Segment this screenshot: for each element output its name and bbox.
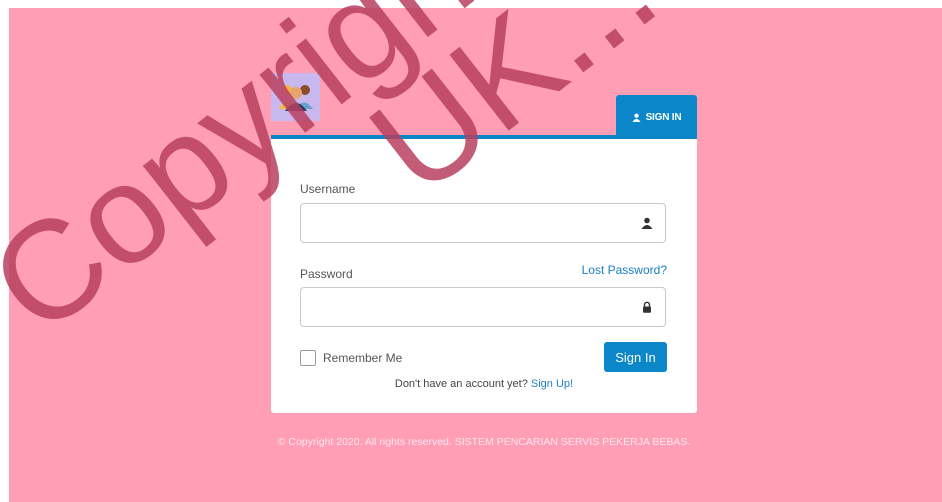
remember-me[interactable]: Remember Me [300, 350, 402, 366]
sign-in-button[interactable]: Sign In [604, 342, 667, 372]
people-group-icon [278, 85, 313, 111]
username-field[interactable] [300, 203, 666, 243]
remember-me-checkbox[interactable] [300, 350, 316, 366]
sign-up-link[interactable]: Sign Up! [531, 378, 573, 390]
user-icon [641, 217, 653, 229]
page-background: SIGN IN Username Password Lost Password?… [9, 8, 942, 502]
password-field[interactable] [300, 287, 666, 327]
tab-sign-in[interactable]: SIGN IN [616, 95, 697, 140]
user-icon [632, 113, 641, 122]
password-input[interactable] [301, 288, 651, 326]
logo [271, 73, 320, 121]
tab-label: SIGN IN [645, 112, 682, 123]
signup-prompt: Don't have an account yet? Sign Up! [271, 378, 697, 390]
signup-prompt-text: Don't have an account yet? [394, 378, 528, 390]
login-card: Username Password Lost Password? Remembe… [271, 135, 697, 413]
lock-icon [643, 301, 651, 313]
username-input[interactable] [301, 204, 651, 242]
password-label: Password [300, 267, 353, 281]
lost-password-link[interactable]: Lost Password? [582, 263, 667, 277]
footer-copyright: © Copyright 2020. All rights reserved. S… [277, 436, 691, 448]
username-label: Username [300, 182, 356, 196]
remember-me-label: Remember Me [323, 351, 403, 365]
